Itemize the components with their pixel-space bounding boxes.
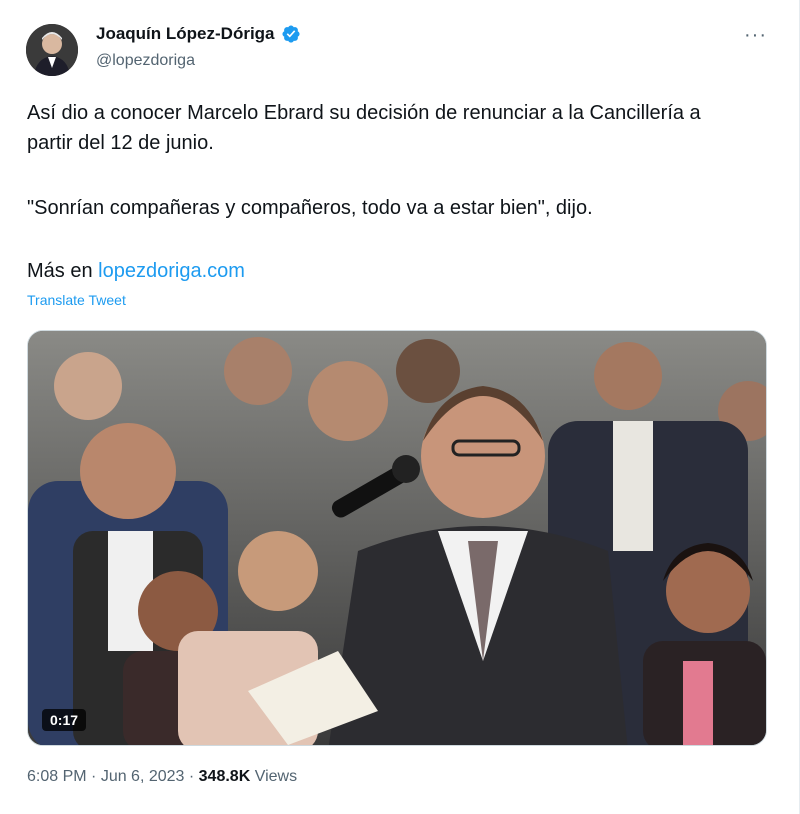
author-handle[interactable]: @lopezdoriga (96, 52, 195, 70)
verified-badge-icon (281, 25, 300, 43)
video-player[interactable]: 0:17 (27, 330, 767, 746)
avatar-image (26, 24, 78, 76)
more-options-icon[interactable]: ··· (744, 24, 767, 47)
tweet-card: Joaquín López-Dóriga @lopezdoriga ··· As… (0, 0, 800, 814)
tweet-text-paragraph-2: "Sonrían compañeras y compañeros, todo v… (27, 197, 593, 219)
video-thumbnail (28, 331, 766, 745)
tweet-link[interactable]: lopezdoriga.com (98, 260, 245, 282)
author-name[interactable]: Joaquín López-Dóriga (96, 24, 275, 44)
tweet-date[interactable]: Jun 6, 2023 (101, 768, 185, 785)
avatar[interactable] (26, 24, 78, 76)
tweet-text-prefix: Más en (27, 260, 99, 282)
tweet-meta: 6:08 PM · Jun 6, 2023 · 348.8K Views (27, 768, 297, 786)
translate-tweet-link[interactable]: Translate Tweet (27, 292, 126, 308)
meta-separator: · (184, 768, 199, 785)
views-label: Views (250, 768, 298, 785)
views-count: 348.8K (198, 768, 251, 785)
video-duration-badge: 0:17 (42, 709, 87, 731)
tweet-time[interactable]: 6:08 PM (27, 768, 87, 785)
author-name-row[interactable]: Joaquín López-Dóriga (96, 24, 301, 44)
tweet-text-paragraph-1: Así dio a conocer Marcelo Ebrard su deci… (27, 102, 701, 154)
meta-separator: · (86, 768, 101, 785)
tweet-text-paragraph-3: Más en lopezdoriga.com (27, 256, 245, 286)
